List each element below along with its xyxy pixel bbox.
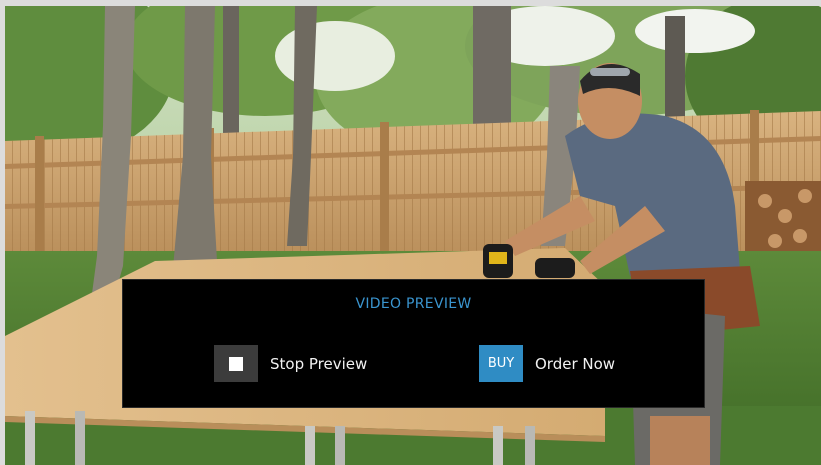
video-preview-title: VIDEO PREVIEW xyxy=(355,296,472,312)
video-preview-panel: VIDEO PREVIEW Stop Preview BUY Order Now xyxy=(122,279,705,408)
stop-icon xyxy=(229,356,243,371)
order-now-button[interactable]: BUY Order Now xyxy=(479,345,615,382)
stop-preview-button[interactable]: Stop Preview xyxy=(214,345,367,382)
order-now-label[interactable]: Order Now xyxy=(535,355,615,373)
buy-badge[interactable]: BUY xyxy=(479,345,523,382)
stop-preview-label[interactable]: Stop Preview xyxy=(270,355,367,373)
stop-button-square[interactable] xyxy=(214,345,258,382)
video-player[interactable]: VIDEO PREVIEW Stop Preview BUY Order Now xyxy=(0,0,821,465)
